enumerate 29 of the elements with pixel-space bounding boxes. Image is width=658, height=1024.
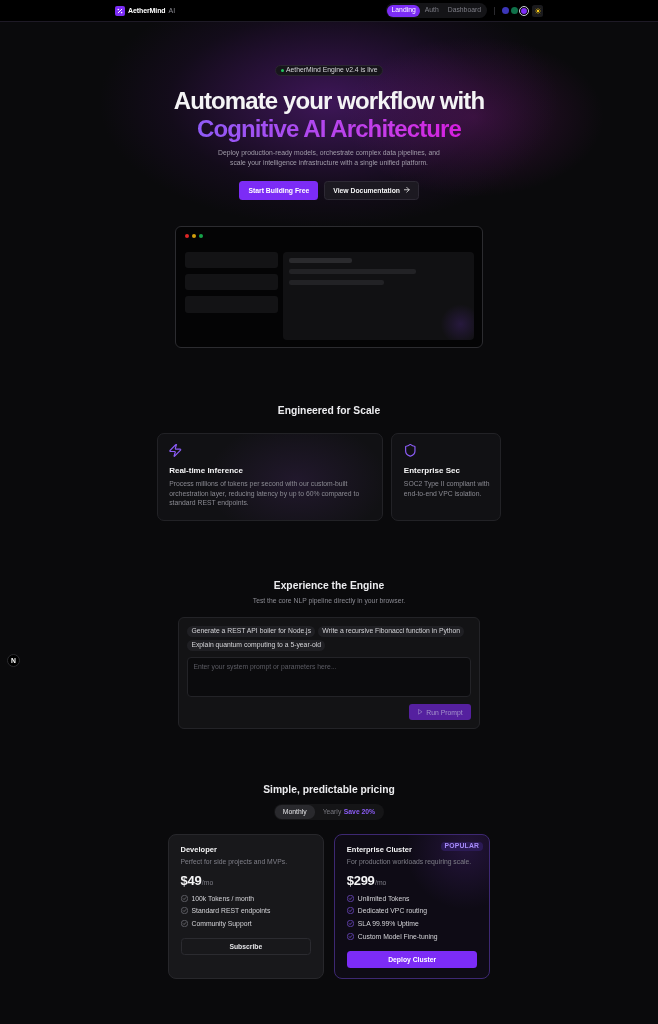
check-circle-icon bbox=[346, 920, 354, 928]
check-circle-icon bbox=[346, 932, 354, 940]
check-circle-icon bbox=[346, 894, 354, 902]
window-dot-icon bbox=[199, 233, 203, 238]
feature-title: Enterprise Sec bbox=[403, 464, 460, 476]
window-dot-icon bbox=[192, 233, 196, 238]
check-circle-icon bbox=[180, 907, 188, 915]
plan-price: $49 bbox=[180, 872, 202, 888]
skeleton-bar bbox=[289, 257, 353, 263]
window-dot-icon bbox=[185, 233, 189, 238]
check-circle-icon bbox=[346, 907, 354, 915]
sun-icon bbox=[534, 7, 541, 14]
section-heading: Experience the Engine bbox=[273, 578, 385, 593]
theme-toggle-button[interactable] bbox=[532, 4, 543, 17]
section-heading: Engineered for Scale bbox=[277, 403, 381, 418]
play-icon bbox=[418, 709, 423, 715]
feature-title: Real-time Inference bbox=[169, 464, 243, 476]
section-heading: Simple, predictable pricing bbox=[263, 783, 395, 797]
check-circle-icon bbox=[180, 894, 188, 902]
logo-icon bbox=[115, 5, 125, 16]
lightning-bolt-icon bbox=[169, 444, 182, 457]
hero-headline: Automate your workflow with bbox=[173, 87, 485, 115]
color-swatch-icon[interactable] bbox=[502, 7, 509, 14]
status-dot-icon bbox=[280, 69, 284, 72]
plan-price: $299 bbox=[346, 872, 375, 888]
arrow-right-icon bbox=[404, 187, 410, 193]
color-swatch-icon[interactable] bbox=[510, 7, 518, 14]
shield-icon bbox=[403, 444, 417, 457]
check-circle-icon bbox=[180, 920, 188, 928]
